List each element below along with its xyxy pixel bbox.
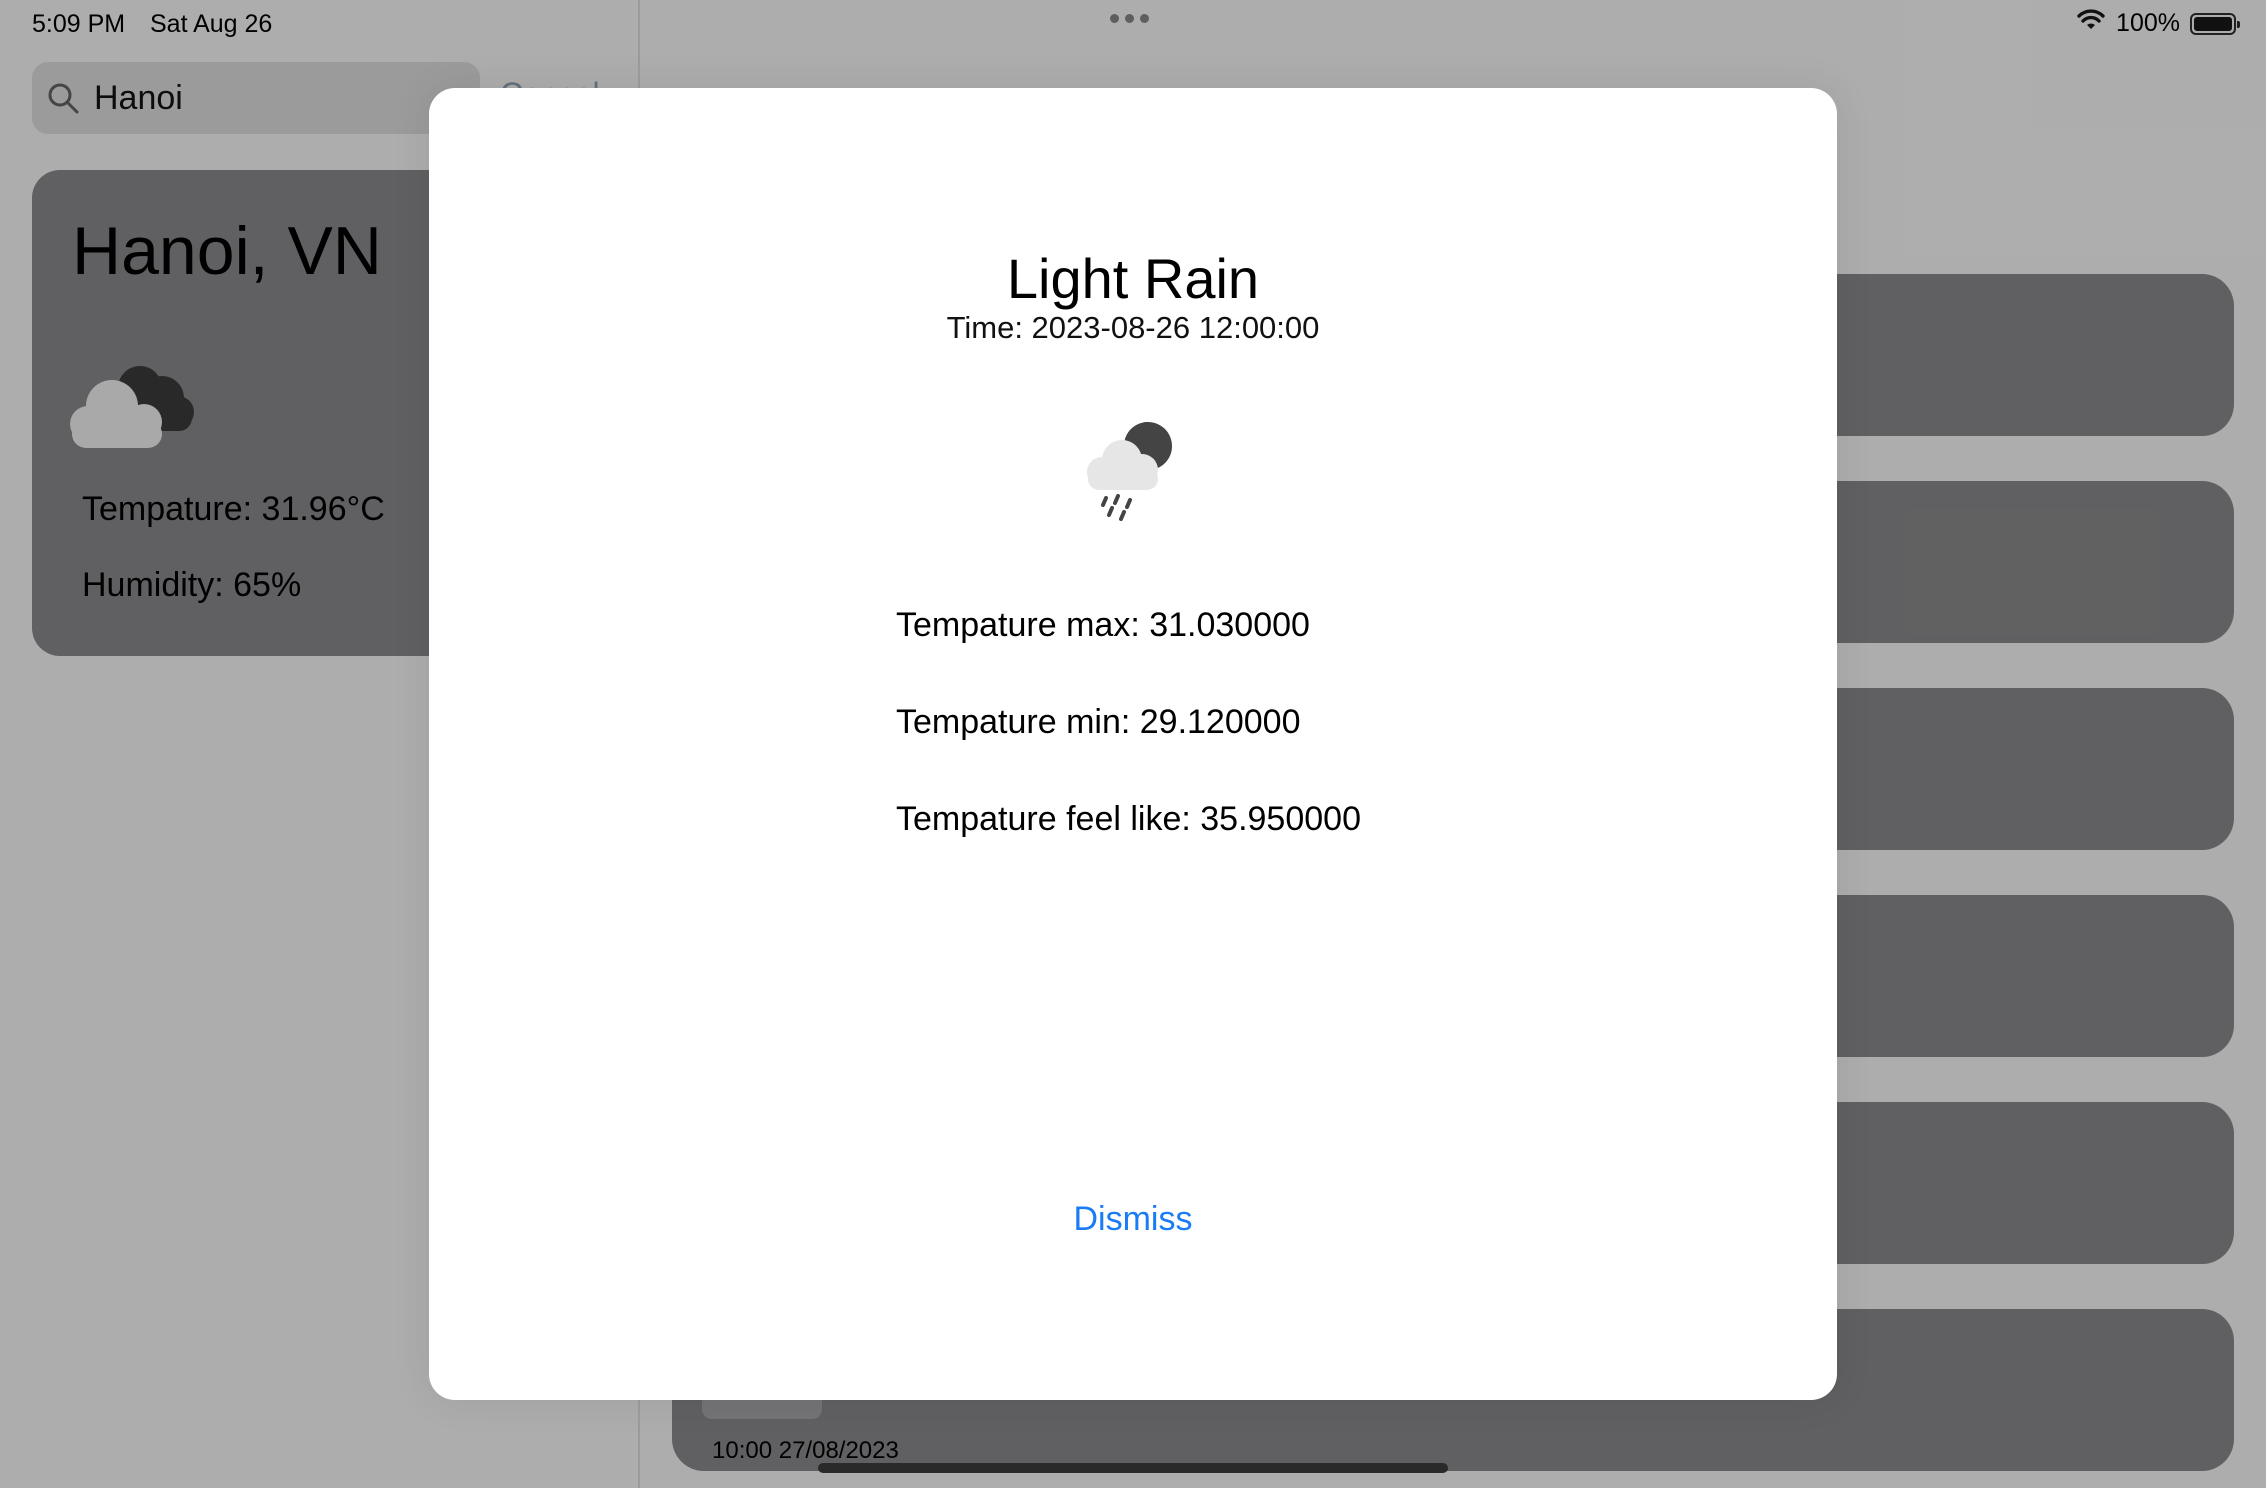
dismiss-button[interactable]: Dismiss [429, 1200, 1837, 1239]
weather-detail-modal: Light Rain Time: 2023-08-26 12:00:00 Tem… [429, 88, 1837, 1400]
modal-title: Light Rain [1006, 247, 1260, 310]
status-date: Sat Aug 26 [150, 10, 273, 38]
status-time: 5:09 PM [32, 10, 126, 38]
home-indicator[interactable] [818, 1463, 1448, 1473]
temp-min: Tempature min: 29.120000 [896, 703, 1301, 741]
battery-icon [2190, 12, 2240, 35]
light-rain-night-icon [1078, 414, 1188, 529]
temp-max: Tempature max: 31.030000 [896, 606, 1310, 644]
temp-feels-like: Tempature feel like: 35.950000 [896, 800, 1361, 838]
modal-time: Time: 2023-08-26 12:00:00 [946, 310, 1320, 345]
status-bar: 5:09 PM Sat Aug 26 100% [0, 0, 2266, 46]
battery-percent: 100% [2116, 9, 2180, 37]
wifi-icon [2076, 8, 2106, 39]
multitasking-menu-icon[interactable] [1110, 14, 1149, 23]
status-indicators: 100% [2076, 8, 2240, 39]
